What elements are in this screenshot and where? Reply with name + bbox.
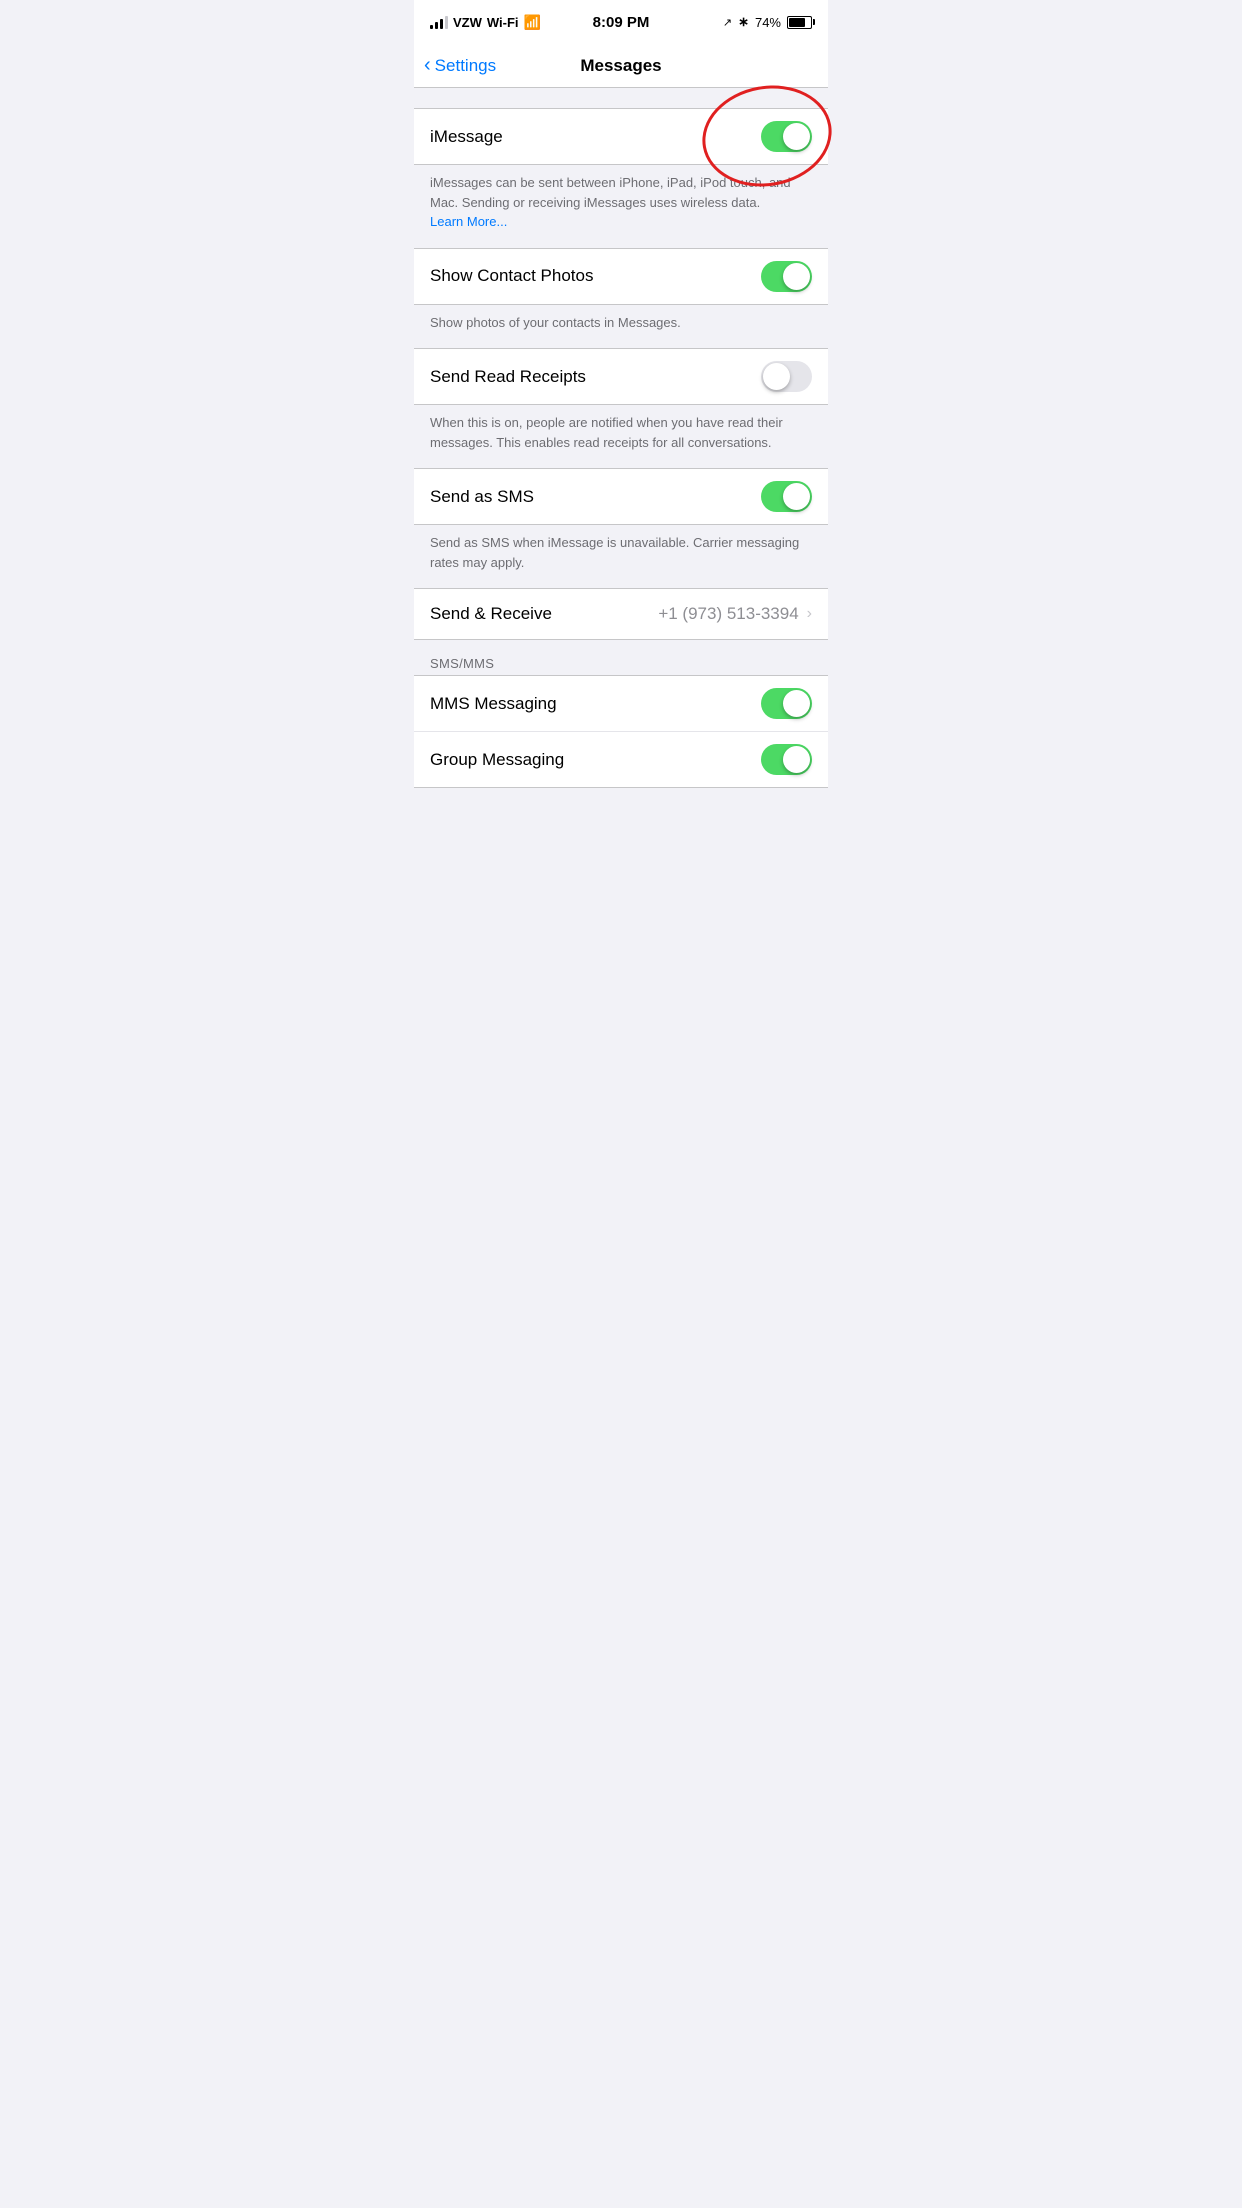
show-contact-photos-label: Show Contact Photos (430, 266, 593, 286)
group-messaging-label: Group Messaging (430, 750, 564, 770)
show-contact-photos-description-text: Show photos of your contacts in Messages… (430, 315, 681, 330)
imessage-description-text: iMessages can be sent between iPhone, iP… (430, 175, 791, 210)
signal-bar-1 (430, 25, 433, 29)
send-as-sms-label: Send as SMS (430, 487, 534, 507)
battery-fill (789, 18, 805, 27)
battery-percent: 74% (755, 15, 781, 30)
send-as-sms-description: Send as SMS when iMessage is unavailable… (414, 525, 828, 588)
sms-mms-section-label: SMS/MMS (414, 640, 828, 679)
mms-messaging-toggle-knob (783, 690, 810, 717)
send-read-receipts-row: Send Read Receipts (414, 349, 828, 404)
battery-container (787, 16, 812, 29)
network-label: Wi-Fi (487, 15, 519, 30)
send-as-sms-group: Send as SMS (414, 468, 828, 525)
location-icon: ↗ (723, 16, 732, 29)
send-receive-value-container: +1 (973) 513-3394 › (658, 604, 812, 624)
show-contact-photos-toggle-knob (783, 263, 810, 290)
battery-icon (787, 16, 812, 29)
spacer-1 (414, 88, 828, 108)
wifi-icon: 📶 (524, 14, 541, 31)
show-contact-photos-group: Show Contact Photos (414, 248, 828, 305)
imessage-toggle-wrapper (761, 121, 812, 152)
imessage-learn-more[interactable]: Learn More... (430, 214, 507, 229)
send-read-receipts-description-text: When this is on, people are notified whe… (430, 415, 783, 450)
send-as-sms-row: Send as SMS (414, 469, 828, 524)
send-read-receipts-toggle[interactable] (761, 361, 812, 392)
send-receive-label: Send & Receive (430, 604, 552, 624)
show-contact-photos-toggle[interactable] (761, 261, 812, 292)
send-receive-group: Send & Receive +1 (973) 513-3394 › (414, 588, 828, 640)
group-messaging-toggle-knob (783, 746, 810, 773)
status-right: ↗ ∗ 74% (723, 14, 812, 30)
status-time: 8:09 PM (593, 14, 650, 31)
signal-bar-4 (445, 16, 448, 29)
send-as-sms-description-text: Send as SMS when iMessage is unavailable… (430, 535, 799, 570)
send-read-receipts-description: When this is on, people are notified whe… (414, 405, 828, 468)
send-receive-value: +1 (973) 513-3394 (658, 604, 798, 624)
imessage-label: iMessage (430, 127, 503, 147)
group-messaging-row: Group Messaging (414, 732, 828, 787)
back-button[interactable]: ‹ Settings (424, 56, 496, 76)
send-read-receipts-label: Send Read Receipts (430, 367, 586, 387)
sms-mms-group: MMS Messaging Group Messaging (414, 675, 828, 788)
send-receive-chevron-icon: › (807, 605, 812, 623)
group-messaging-toggle[interactable] (761, 744, 812, 775)
status-left: VZW Wi-Fi 📶 (430, 14, 541, 31)
bluetooth-icon: ∗ (738, 14, 749, 30)
signal-bar-3 (440, 19, 443, 29)
show-contact-photos-description: Show photos of your contacts in Messages… (414, 305, 828, 349)
mms-messaging-row: MMS Messaging (414, 676, 828, 732)
page-title: Messages (580, 56, 661, 76)
signal-bar-2 (435, 22, 438, 29)
imessage-toggle[interactable] (761, 121, 812, 152)
back-label: Settings (435, 56, 496, 76)
show-contact-photos-row: Show Contact Photos (414, 249, 828, 304)
signal-bars (430, 15, 448, 29)
imessage-toggle-knob (783, 123, 810, 150)
imessage-row: iMessage (414, 109, 828, 164)
spacer-sms-mms: SMS/MMS (414, 640, 828, 675)
imessage-group: iMessage (414, 108, 828, 165)
back-chevron-icon: ‹ (424, 55, 431, 75)
mms-messaging-toggle[interactable] (761, 688, 812, 719)
nav-bar: ‹ Settings Messages (414, 44, 828, 88)
settings-content: iMessage iMessages can be sent between i… (414, 88, 828, 788)
mms-messaging-label: MMS Messaging (430, 694, 557, 714)
send-as-sms-toggle-knob (783, 483, 810, 510)
send-as-sms-toggle[interactable] (761, 481, 812, 512)
send-read-receipts-toggle-knob (763, 363, 790, 390)
status-bar: VZW Wi-Fi 📶 8:09 PM ↗ ∗ 74% (414, 0, 828, 44)
send-receive-row[interactable]: Send & Receive +1 (973) 513-3394 › (414, 589, 828, 639)
imessage-description: iMessages can be sent between iPhone, iP… (414, 165, 828, 248)
send-read-receipts-group: Send Read Receipts (414, 348, 828, 405)
carrier-label: VZW (453, 15, 482, 30)
